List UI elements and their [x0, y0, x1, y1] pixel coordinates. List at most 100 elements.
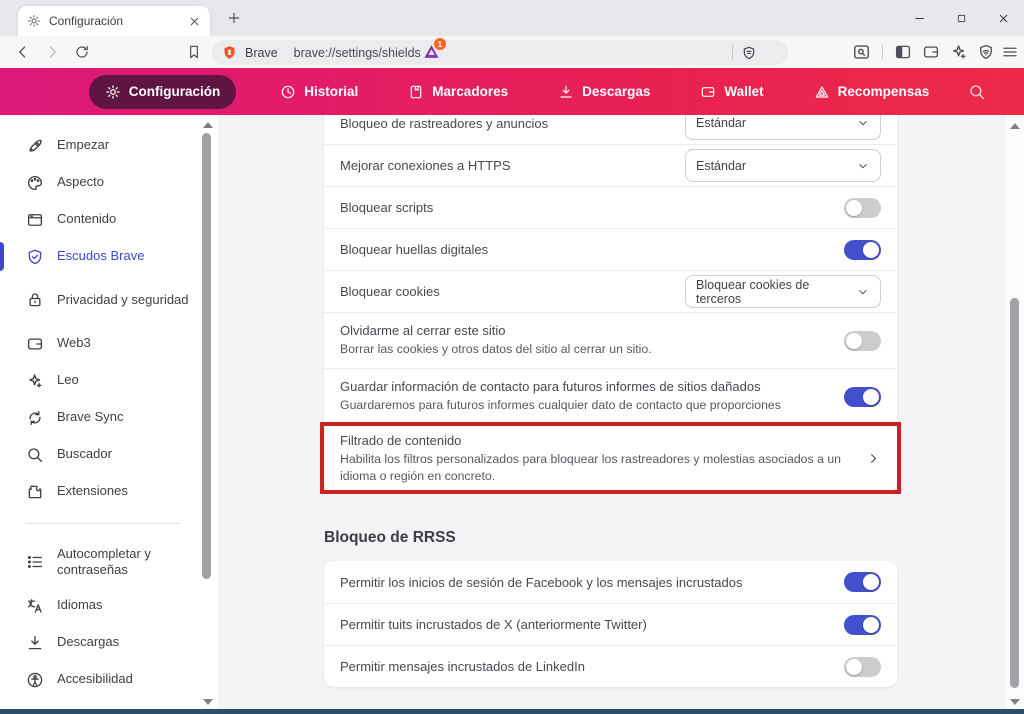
sidebar-item-label: Brave Sync — [57, 409, 123, 425]
vpn-icon[interactable] — [977, 43, 995, 61]
menu-icon[interactable] — [1001, 43, 1019, 61]
new-tab-button[interactable] — [226, 10, 242, 26]
nav-item-historial[interactable]: Historial — [274, 75, 364, 109]
tab-close-icon[interactable] — [188, 15, 201, 28]
wallet-icon[interactable] — [922, 43, 940, 61]
toggle-olvidarme-al-cerrar-este-sitio[interactable] — [844, 331, 881, 351]
sidebar-item-contenido[interactable]: Contenido — [0, 201, 218, 238]
sidebar-item-descargas[interactable]: Descargas — [0, 624, 218, 661]
row-subtitle: Guardaremos para futuros informes cualqu… — [340, 397, 781, 414]
nav-item-configuracion[interactable]: Configuración — [89, 75, 237, 109]
sidebar-item-escudos-brave[interactable]: Escudos Brave — [0, 238, 218, 275]
dropdown-bloqueo-de-rastreadores-y-anuncios[interactable]: Estándar — [685, 115, 881, 140]
sidebar-item-web3[interactable]: Web3 — [0, 325, 218, 362]
sidebar-item-label: Accesibilidad — [57, 671, 133, 687]
row-text: Guardar información de contacto para fut… — [340, 379, 781, 414]
shields-icon[interactable] — [741, 45, 757, 61]
scroll-down-arrow[interactable] — [1010, 699, 1020, 705]
palette-icon — [26, 174, 44, 192]
sync-icon — [26, 409, 44, 427]
row-subtitle: Habilita los filtros personalizados para… — [340, 451, 845, 484]
dropdown-mejorar-conexiones-a-https[interactable]: Estándar — [685, 149, 881, 182]
maximize-button[interactable] — [940, 0, 982, 36]
toggle-guardar-informacion-de-contacto-para-futuros-informes-de-sitios-danados[interactable] — [844, 387, 881, 407]
gear-icon — [105, 84, 121, 100]
clock-icon — [280, 84, 296, 100]
sidebar-item-idiomas[interactable]: Idiomas — [0, 587, 218, 624]
chevron-down-icon — [856, 285, 870, 299]
toggle-permitir-los-inicios-de-sesion-de-facebook-y-los-mensajes-incrustados[interactable] — [844, 572, 881, 592]
browser-tab[interactable]: Configuración — [18, 6, 210, 36]
row-title: Bloquear huellas digitales — [340, 242, 488, 257]
sidebar-item-empezar[interactable]: Empezar — [0, 127, 218, 164]
sidebar-item-brave-sync[interactable]: Brave Sync — [0, 399, 218, 436]
row-title: Guardar información de contacto para fut… — [340, 379, 781, 394]
settings-row-bloqueo-de-rastreadores-y-anuncios: Bloqueo de rastreadores y anuncios Estánd… — [324, 115, 897, 144]
row-text: Bloquear cookies — [340, 284, 440, 299]
minimize-button[interactable] — [898, 0, 940, 36]
tab-title: Configuración — [49, 14, 180, 28]
scrollbar-thumb[interactable] — [1010, 298, 1019, 688]
row-text: Permitir mensajes incrustados de LinkedI… — [340, 659, 585, 674]
chevron-right-icon — [866, 451, 881, 466]
rewards-button[interactable]: 1 — [423, 43, 440, 65]
row-title: Filtrado de contenido — [340, 433, 845, 448]
sidebar-item-extensiones[interactable]: Extensiones — [0, 473, 218, 510]
reload-icon[interactable] — [74, 44, 90, 60]
close-button[interactable] — [982, 0, 1024, 36]
sidebar-scrollbar[interactable] — [201, 118, 213, 710]
accessibility-icon — [26, 671, 44, 689]
shields-settings-card: Bloqueo de rastreadores y anuncios Estánd… — [324, 115, 897, 492]
nav-item-wallet[interactable]: Wallet — [694, 75, 769, 109]
toolbar-separator — [882, 45, 883, 60]
site-chip: Brave — [245, 46, 278, 60]
scroll-down-arrow[interactable] — [203, 699, 213, 705]
content-icon — [26, 211, 44, 229]
sidebar-item-label: Extensiones — [57, 483, 128, 499]
settings-row-permitir-tuits-incrustados-de-x-anteriormente-twitter: Permitir tuits incrustados de X (anterio… — [324, 603, 897, 645]
sidebar-item-label: Empezar — [57, 137, 109, 153]
scrollbar-thumb[interactable] — [202, 133, 211, 579]
toggle-permitir-mensajes-incrustados-de-linkedin[interactable] — [844, 657, 881, 677]
search-panel-icon[interactable] — [852, 43, 871, 62]
nav-item-marcadores[interactable]: Marcadores — [402, 75, 514, 109]
sidebar-item-accesibilidad[interactable]: Accesibilidad — [0, 661, 218, 698]
sidebar-item-buscador[interactable]: Buscador — [0, 436, 218, 473]
row-title: Permitir mensajes incrustados de LinkedI… — [340, 659, 585, 674]
toggle-knob — [863, 242, 879, 258]
row-title: Bloquear scripts — [340, 200, 433, 215]
scroll-up-arrow[interactable] — [203, 122, 213, 128]
bookmark-icon[interactable] — [186, 44, 202, 60]
row-text: Olvidarme al cerrar este sitioBorrar las… — [340, 323, 652, 358]
back-icon[interactable] — [14, 44, 31, 61]
row-text: Permitir los inicios de sesión de Facebo… — [340, 575, 742, 590]
sidebar-item-autocompletar-y-contrasenas[interactable]: Autocompletar y contraseñas — [0, 537, 218, 587]
settings-row-filtrado-de-contenido[interactable]: Filtrado de contenido Habilita los filtro… — [324, 424, 897, 492]
dropdown-bloquear-cookies[interactable]: Bloquear cookies de terceros — [685, 275, 881, 308]
sidebar-item-label: Descargas — [57, 634, 119, 650]
nav-item-descargas[interactable]: Descargas — [552, 75, 656, 109]
sidebar-item-aspecto[interactable]: Aspecto — [0, 164, 218, 201]
side-panel-icon[interactable] — [894, 43, 912, 61]
scroll-up-arrow[interactable] — [1010, 123, 1020, 129]
sidebar-item-leo[interactable]: Leo — [0, 362, 218, 399]
forward-icon[interactable] — [44, 44, 61, 61]
nav-item-recompensas[interactable]: Recompensas — [808, 75, 936, 109]
settings-row-permitir-los-inicios-de-sesion-de-facebook-y-los-mensajes-incrustados: Permitir los inicios de sesión de Facebo… — [324, 561, 897, 603]
toggle-knob — [846, 659, 862, 675]
close-icon — [997, 12, 1010, 25]
search-icon[interactable] — [968, 83, 986, 101]
row-text: Bloqueo de rastreadores y anuncios — [340, 116, 548, 131]
rewards-badge: 1 — [434, 38, 446, 50]
shield-check-icon — [26, 248, 44, 266]
toggle-permitir-tuits-incrustados-de-x-anteriormente-twitter[interactable] — [844, 615, 881, 635]
toggle-bloquear-huellas-digitales[interactable] — [844, 240, 881, 260]
settings-row-olvidarme-al-cerrar-este-sitio: Olvidarme al cerrar este sitioBorrar las… — [324, 312, 897, 368]
settings-row-mejorar-conexiones-a-https: Mejorar conexiones a HTTPSEstándar — [324, 144, 897, 186]
sidebar-item-privacidad-y-seguridad[interactable]: Privacidad y seguridad — [0, 275, 218, 325]
content-scrollbar[interactable] — [1006, 115, 1024, 714]
download-icon — [558, 84, 574, 100]
toggle-bloquear-scripts[interactable] — [844, 198, 881, 218]
leo-icon[interactable] — [950, 43, 968, 61]
address-bar[interactable]: Brave brave://settings/shields 1 — [212, 40, 788, 65]
